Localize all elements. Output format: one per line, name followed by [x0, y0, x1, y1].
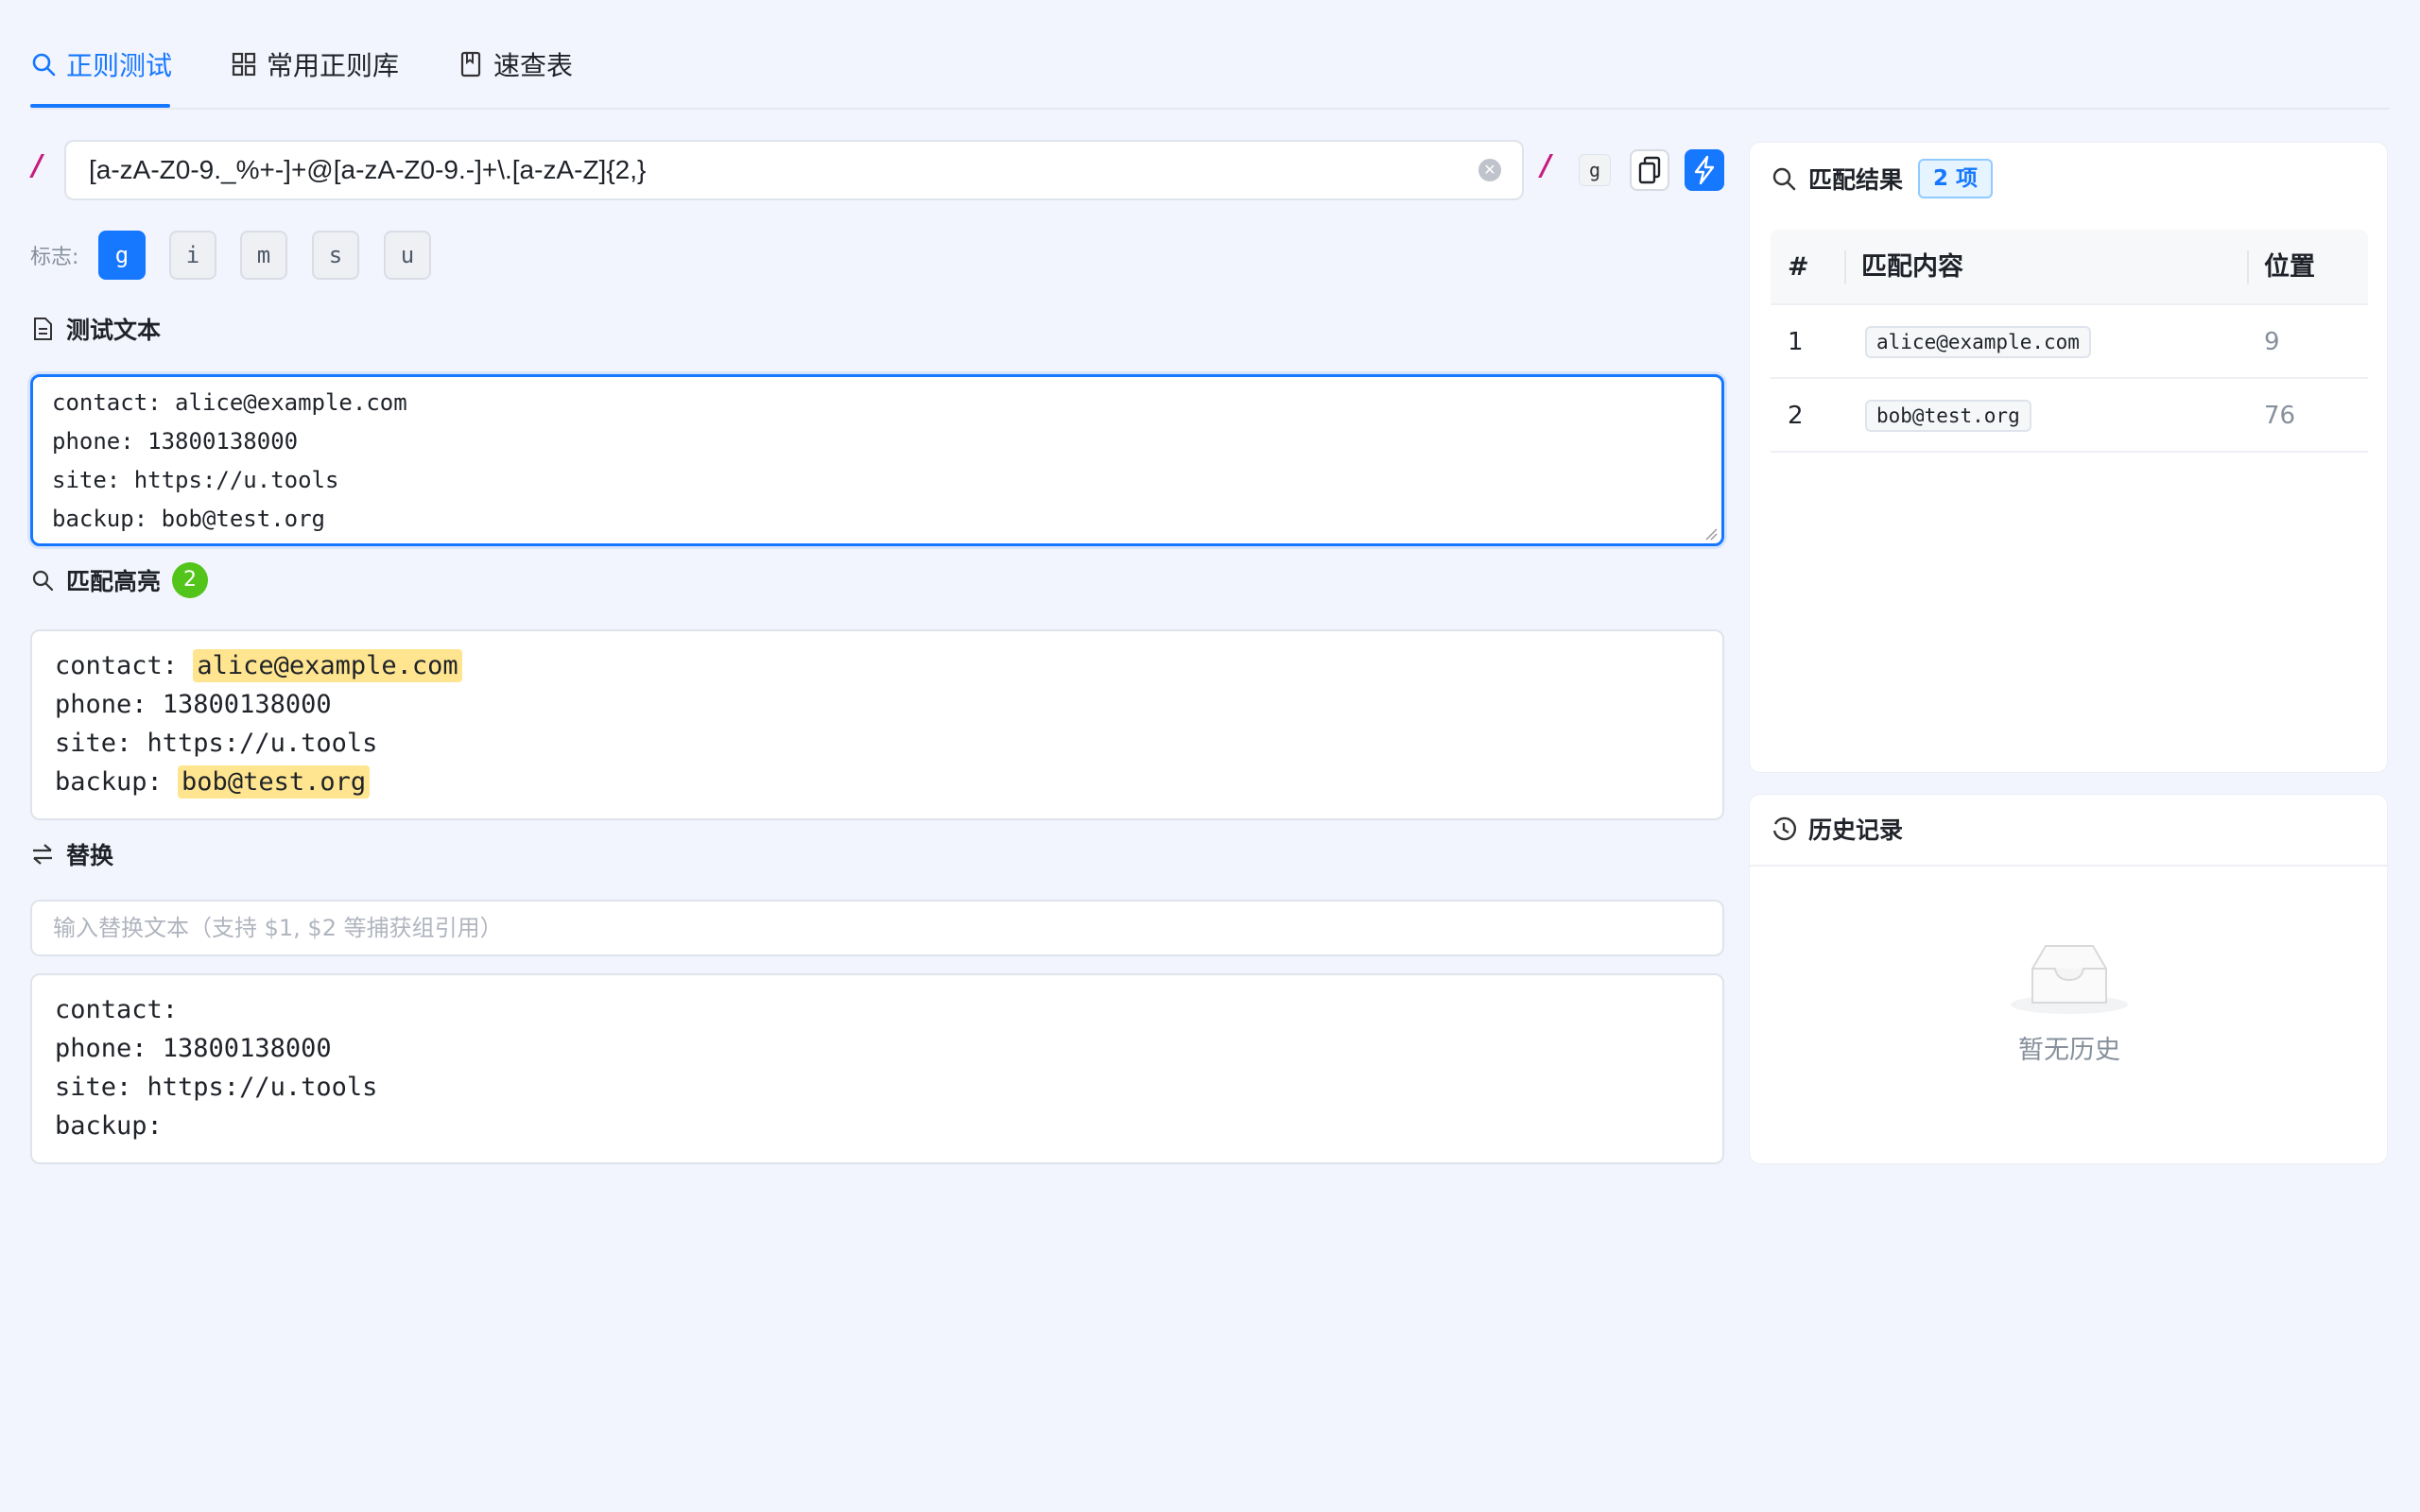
test-text-line: site: https://u.tools	[52, 467, 339, 493]
flag-s-button[interactable]: s	[312, 231, 359, 280]
table-row[interactable]: 2 bob@test.org 76	[1771, 379, 2368, 453]
line-text: phone: 13800138000	[55, 690, 332, 719]
tab-regex-library[interactable]: 常用正则库	[231, 45, 399, 83]
highlight-header: 匹配高亮 2	[30, 562, 209, 598]
tab-cheatsheet[interactable]: 速查表	[458, 45, 573, 83]
clear-icon[interactable]: ✕	[1478, 159, 1501, 181]
replace-header: 替换	[30, 837, 113, 871]
resize-handle-icon[interactable]	[1704, 526, 1718, 541]
table-row[interactable]: 1 alice@example.com 9	[1771, 305, 2368, 379]
flag-m-button[interactable]: m	[240, 231, 287, 280]
search-icon	[1771, 165, 1797, 192]
replace-result-line: contact:	[55, 995, 179, 1024]
highlight-line: backup: bob@test.org	[32, 763, 1722, 801]
regex-input-box: ✕	[64, 140, 1524, 200]
column-divider	[2247, 250, 2249, 284]
row-index: 2	[1788, 402, 1804, 430]
test-text-line: phone: 13800138000	[52, 428, 299, 455]
flags-label: 标志:	[30, 246, 79, 269]
row-index: 1	[1788, 328, 1804, 356]
test-text-title: 测试文本	[66, 317, 162, 344]
line-text: site: https://u.tools	[55, 729, 378, 758]
lightning-icon	[1691, 155, 1718, 185]
highlight-title: 匹配高亮	[66, 568, 162, 595]
flag-u-button[interactable]: u	[384, 231, 431, 280]
active-tab-indicator	[30, 104, 170, 108]
line-text: contact:	[55, 651, 194, 680]
match-results-header: 匹配结果 2 项	[1771, 158, 1994, 199]
match-count-tag: 2 项	[1918, 159, 1994, 198]
history-title: 历史记录	[1808, 816, 1904, 844]
row-position: 76	[2264, 402, 2296, 430]
flag-g-button[interactable]: g	[98, 231, 146, 280]
regex-pattern-input[interactable]	[89, 142, 1469, 198]
copy-icon	[1637, 156, 1662, 184]
active-flags-chip: g	[1579, 154, 1611, 186]
highlight-line: phone: 13800138000	[32, 685, 1722, 724]
row-match-code: alice@example.com	[1865, 326, 2091, 358]
regex-open-slash: /	[32, 149, 43, 182]
book-icon	[458, 51, 484, 77]
test-text-line: backup: bob@test.org	[52, 506, 325, 532]
row-match-code: bob@test.org	[1865, 400, 2031, 432]
search-icon	[30, 568, 55, 593]
highlight-output: contact: alice@example.com phone: 138001…	[30, 629, 1724, 820]
highlight-line: site: https://u.tools	[32, 724, 1722, 763]
tab-label: 常用正则库	[267, 50, 400, 81]
match-highlight: bob@test.org	[178, 765, 371, 799]
run-button[interactable]	[1685, 149, 1724, 191]
history-header: 历史记录	[1771, 808, 1903, 850]
replace-result-line: backup:	[55, 1111, 163, 1141]
column-header-index: #	[1788, 252, 1809, 282]
tab-label: 正则测试	[66, 50, 173, 81]
match-results-table: # 匹配内容 位置 1 alice@example.com 9 2 bob@te…	[1771, 230, 2368, 453]
tab-bar: 正则测试 常用正则库 速查表	[30, 0, 2390, 110]
divider	[1750, 865, 2389, 867]
flag-i-button[interactable]: i	[169, 231, 216, 280]
match-results-title: 匹配结果	[1808, 166, 1904, 194]
test-text-area[interactable]: contact: alice@example.com phone: 138001…	[30, 374, 1724, 546]
match-count-badge: 2	[172, 562, 209, 598]
search-icon	[30, 51, 57, 77]
match-results-card: 匹配结果 2 项 # 匹配内容 位置 1 alice@example.com 9…	[1749, 142, 2388, 773]
document-icon	[30, 317, 55, 341]
history-clock-icon	[1771, 816, 1797, 842]
replace-input[interactable]	[30, 900, 1724, 956]
column-divider	[1844, 250, 1846, 284]
test-text-line: contact: alice@example.com	[52, 389, 407, 416]
replace-result-line: site: https://u.tools	[55, 1073, 378, 1102]
line-text: backup:	[55, 767, 179, 797]
row-position: 9	[2264, 328, 2280, 356]
tab-regex-test[interactable]: 正则测试	[30, 45, 172, 83]
regex-close-slash: /	[1541, 149, 1551, 182]
history-empty-state: 暂无历史	[1750, 936, 2389, 1066]
replace-result-line: phone: 13800138000	[55, 1034, 332, 1063]
highlight-line: contact: alice@example.com	[32, 646, 1722, 685]
history-empty-text: 暂无历史	[2018, 1036, 2120, 1065]
swap-icon	[30, 842, 55, 867]
column-header-position: 位置	[2264, 252, 2315, 282]
copy-button[interactable]	[1630, 149, 1669, 191]
test-text-header: 测试文本	[30, 312, 161, 346]
table-header: # 匹配内容 位置	[1771, 230, 2368, 305]
tab-label: 速查表	[493, 50, 574, 81]
history-card: 历史记录 暂无历史	[1749, 794, 2389, 1164]
replace-output: contact: phone: 13800138000 site: https:…	[30, 973, 1724, 1164]
match-highlight: alice@example.com	[193, 649, 462, 682]
replace-title: 替换	[66, 842, 114, 869]
column-header-match: 匹配内容	[1861, 252, 1963, 282]
empty-inbox-icon	[2008, 936, 2131, 1020]
grid-icon	[231, 51, 257, 77]
